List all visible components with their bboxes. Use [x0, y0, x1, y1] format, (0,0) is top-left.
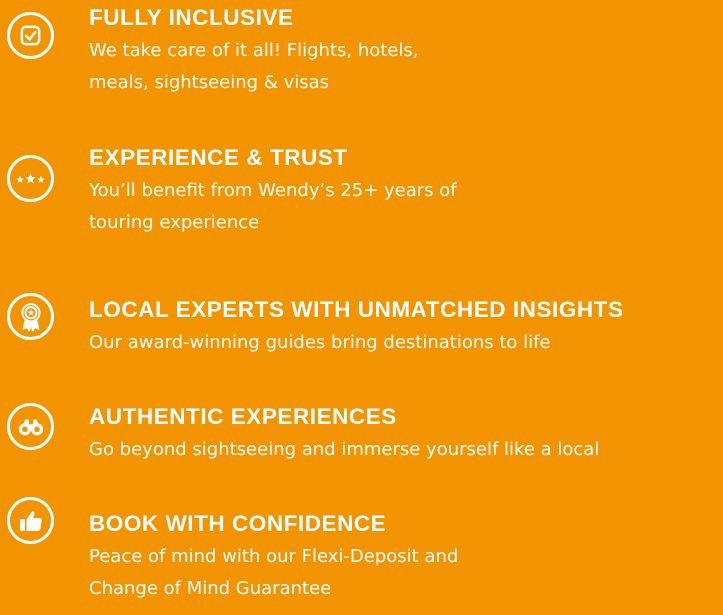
feature-title: FULLY INCLUSIVE: [89, 5, 294, 30]
feature-title: EXPERIENCE & TRUST: [89, 145, 348, 170]
thumbs-up-icon: [7, 497, 54, 544]
feature-description: You’ll benefit from Wendy’s 25+ years of…: [89, 180, 457, 233]
feature-title: BOOK WITH CONFIDENCE: [89, 511, 387, 536]
feature-description: Go beyond sightseeing and immerse yourse…: [89, 439, 600, 460]
binoculars-icon: [7, 403, 54, 450]
checkbox-icon: [7, 12, 54, 59]
feature-description: Our award-winning guides bring destinati…: [89, 332, 551, 353]
features-list: FULLY INCLUSIVE We take care of it all! …: [0, 0, 723, 615]
feature-title: LOCAL EXPERTS WITH UNMATCHED INSIGHTS: [89, 297, 624, 322]
feature-description: Peace of mind with our Flexi-Deposit and…: [89, 546, 459, 599]
award-ribbon-icon: [7, 293, 54, 340]
feature-title: AUTHENTIC EXPERIENCES: [89, 404, 397, 429]
feature-description: We take care of it all! Flights, hotels,…: [89, 40, 419, 93]
stars-icon: [7, 155, 54, 202]
